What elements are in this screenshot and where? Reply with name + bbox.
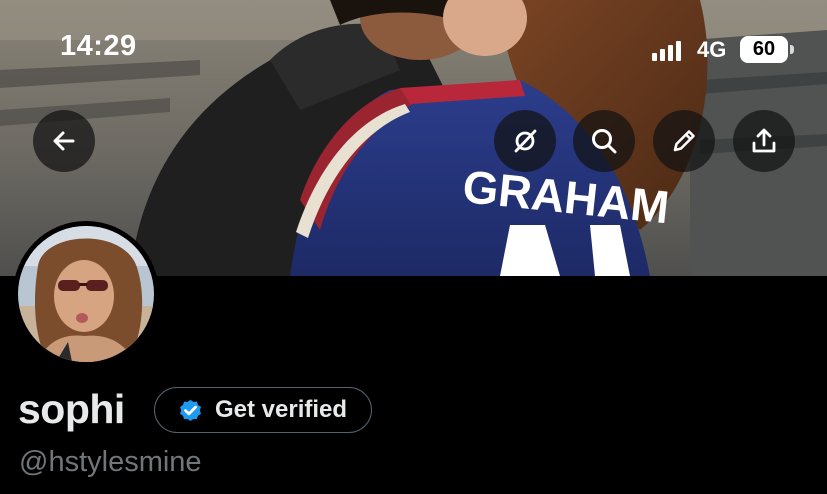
grok-button[interactable] bbox=[494, 110, 556, 172]
network-type: 4G bbox=[697, 37, 727, 62]
avatar[interactable] bbox=[13, 221, 159, 367]
edit-button[interactable] bbox=[653, 110, 715, 172]
arrow-left-icon bbox=[53, 131, 75, 151]
search-icon bbox=[592, 129, 617, 154]
profile-screen: GRAHAM 14:29 4G 60 sophi Get verified @h… bbox=[0, 0, 827, 494]
display-name: sophi bbox=[18, 386, 125, 432]
avatar-photo bbox=[18, 226, 154, 362]
pencil-icon bbox=[673, 130, 695, 152]
verified-badge-icon bbox=[180, 399, 201, 421]
back-button[interactable] bbox=[33, 110, 95, 172]
profile-handle: @hstylesmine bbox=[19, 446, 202, 478]
battery-indicator: 60 bbox=[740, 36, 788, 63]
get-verified-button[interactable]: Get verified bbox=[154, 387, 373, 433]
battery-tip bbox=[790, 45, 794, 54]
signal-icon bbox=[652, 41, 681, 61]
status-time: 14:29 bbox=[60, 30, 137, 62]
share-icon bbox=[752, 128, 776, 153]
search-button[interactable] bbox=[573, 110, 635, 172]
get-verified-label: Get verified bbox=[215, 396, 348, 423]
share-button[interactable] bbox=[733, 110, 795, 172]
grok-icon bbox=[514, 129, 537, 153]
